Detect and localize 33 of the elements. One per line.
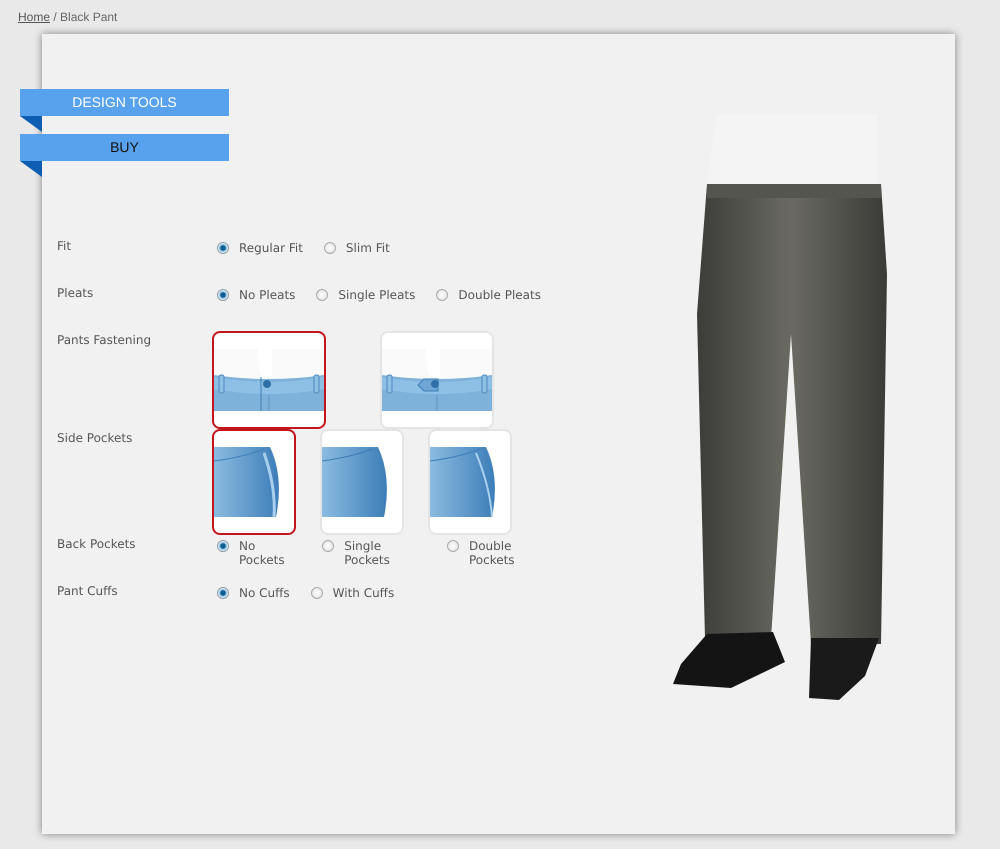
option-label: Pant Cuffs xyxy=(57,583,119,600)
option-label: Pants Fastening xyxy=(57,332,152,349)
option-label: Fit xyxy=(57,238,72,255)
radio-button[interactable] xyxy=(436,289,448,301)
ribbon-tab[interactable]: BUY xyxy=(20,134,229,161)
radio-label: No Pockets xyxy=(239,539,286,567)
ribbon-fold-icon xyxy=(20,161,42,177)
radio-button[interactable] xyxy=(310,587,323,599)
radio-button[interactable] xyxy=(217,540,229,552)
ribbon-fold-icon xyxy=(20,116,42,132)
radio-label: Regular Fit xyxy=(239,241,303,255)
radio-button[interactable] xyxy=(316,289,328,301)
radio-label: Double Pockets xyxy=(468,539,516,567)
radio-label: With Cuffs xyxy=(332,586,394,600)
radio-button[interactable] xyxy=(324,242,336,254)
radio-label: No Cuffs xyxy=(239,586,290,600)
radio-button[interactable] xyxy=(322,540,334,552)
radio-button[interactable] xyxy=(446,540,459,552)
radio-label: Slim Fit xyxy=(346,241,390,255)
radio-button[interactable] xyxy=(217,587,229,599)
radio-label: Single Pleats xyxy=(338,288,416,302)
waistband-option[interactable] xyxy=(212,331,326,429)
radio-label: No Pleats xyxy=(239,288,296,302)
radio-button[interactable] xyxy=(217,242,229,254)
option-label: Pleats xyxy=(57,285,94,302)
breadcrumb-current: / Black Pant xyxy=(52,10,118,24)
radio-label: Double Pleats xyxy=(458,288,541,302)
home-link[interactable]: Home xyxy=(18,10,50,24)
radio-button[interactable] xyxy=(217,289,229,301)
radio-label: Single Pockets xyxy=(344,539,391,567)
option-label: Side Pockets xyxy=(57,430,134,447)
option-label: Back Pockets xyxy=(57,536,137,553)
pocket-option[interactable] xyxy=(212,429,296,535)
